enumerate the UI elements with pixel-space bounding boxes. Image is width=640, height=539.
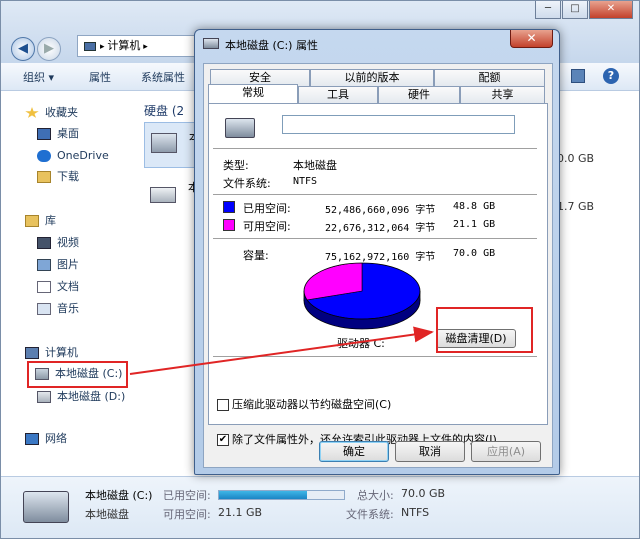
capacity-label: 容量:: [243, 249, 269, 262]
tab-sharing[interactable]: 共享: [460, 86, 545, 103]
breadcrumb-separator: ▸: [140, 42, 148, 52]
drive-name-input[interactable]: [282, 115, 515, 134]
general-tab-panel: 类型: 本地磁盘 文件系统: NTFS 已用空间: 52,486,660,096…: [208, 103, 548, 425]
library-icon: [25, 215, 39, 227]
detail-used-label: 已用空间:: [163, 489, 211, 502]
free-space-gb: 21.1 GB: [453, 219, 496, 230]
tab-tools[interactable]: 工具: [298, 86, 378, 103]
divider: [213, 148, 537, 149]
download-folder-icon: [37, 171, 51, 183]
picture-icon: [37, 259, 51, 271]
detail-free-label: 可用空间:: [163, 508, 211, 521]
apply-button[interactable]: 应用(A): [471, 441, 541, 462]
minimize-button[interactable]: ─: [535, 1, 561, 19]
computer-icon: [25, 347, 39, 359]
details-pane: 本地磁盘 (C:) 本地磁盘 已用空间: 可用空间: 21.1 GB 总大小: …: [1, 476, 639, 538]
music-icon: [37, 303, 51, 315]
tab-quota[interactable]: 配额: [434, 69, 545, 86]
detail-name: 本地磁盘 (C:): [85, 489, 153, 502]
highlight-drive-c: [27, 361, 128, 388]
drive-icon: [151, 133, 177, 153]
free-space-bytes: 22,676,312,064 字节: [325, 223, 436, 234]
free-space-swatch: [223, 219, 235, 231]
detail-total-value: 70.0 GB: [401, 487, 446, 500]
star-icon: [25, 107, 39, 118]
used-space-gb: 48.8 GB: [453, 201, 496, 212]
help-button[interactable]: ?: [603, 68, 619, 84]
sidebar-item-videos[interactable]: 视频: [37, 234, 79, 252]
view-icon[interactable]: [571, 69, 585, 83]
used-space-bar: [218, 490, 345, 500]
sidebar-item-computer[interactable]: 计算机: [25, 344, 78, 362]
address-bar[interactable]: ▸ 计算机 ▸: [77, 35, 207, 57]
dialog-body: 安全 以前的版本 配额 常规 工具 硬件 共享 类型: 本地磁盘 文件系统: N…: [203, 63, 553, 468]
drive-icon: [150, 187, 176, 203]
forward-button[interactable]: ▶: [37, 37, 61, 61]
divider: [213, 194, 537, 195]
tab-hardware[interactable]: 硬件: [378, 86, 460, 103]
detail-total-label: 总大小:: [357, 489, 394, 502]
computer-icon: [84, 41, 96, 51]
used-space-bytes: 52,486,660,096 字节: [325, 205, 436, 216]
sidebar-item-downloads[interactable]: 下载: [37, 168, 79, 186]
sidebar-item-libraries[interactable]: 库: [25, 212, 56, 230]
group-header: 硬盘 (2: [144, 104, 185, 118]
organize-button[interactable]: 组织 ▾: [23, 69, 54, 85]
sidebar-item-drive-d[interactable]: 本地磁盘 (D:): [37, 388, 125, 406]
detail-type: 本地磁盘: [85, 508, 129, 521]
cloud-icon: [37, 150, 51, 162]
compress-checkbox-row[interactable]: 压缩此驱动器以节约磁盘空间(C): [217, 398, 391, 413]
document-icon: [37, 281, 51, 293]
divider: [213, 238, 537, 239]
drive-letter-label: 驱动器 C:: [337, 337, 385, 350]
system-properties-button[interactable]: 系统属性: [141, 69, 185, 85]
desktop-icon: [37, 128, 51, 140]
video-icon: [37, 237, 51, 249]
sidebar-item-network[interactable]: 网络: [25, 430, 67, 448]
detail-fs-label: 文件系统:: [346, 508, 394, 521]
drive-icon: [225, 118, 255, 138]
highlight-cleanup-button: [436, 307, 533, 353]
navigation-pane: 收藏夹 桌面 OneDrive 下载 库 视频 图片 文档 音乐 计算机 本地磁…: [1, 92, 136, 472]
ok-button[interactable]: 确定: [319, 441, 389, 462]
dialog-title: 本地磁盘 (C:) 属性: [225, 39, 318, 52]
sidebar-item-music[interactable]: 音乐: [37, 300, 79, 318]
disk-usage-pie: [303, 261, 421, 331]
filesystem-label: 文件系统:: [223, 177, 271, 190]
capacity-gb: 70.0 GB: [453, 248, 496, 259]
sidebar-item-desktop[interactable]: 桌面: [37, 125, 79, 143]
detail-fs-value: NTFS: [401, 506, 430, 519]
tab-general[interactable]: 常规: [208, 84, 298, 103]
drive-icon: [203, 38, 219, 49]
used-space-bar-fill: [219, 491, 307, 499]
network-icon: [25, 433, 39, 445]
used-space-label: 已用空间:: [243, 202, 291, 215]
detail-free-value: 21.1 GB: [218, 506, 263, 519]
filesystem-value: NTFS: [293, 176, 318, 187]
free-space-label: 可用空间:: [243, 220, 291, 233]
compress-checkbox[interactable]: [217, 399, 229, 411]
type-label: 类型:: [223, 159, 249, 172]
address-text: 计算机: [107, 39, 141, 52]
type-value: 本地磁盘: [293, 159, 337, 172]
properties-dialog: 本地磁盘 (C:) 属性 ✕ 安全 以前的版本 配额 常规 工具 硬件 共享 类…: [194, 29, 560, 475]
cancel-button[interactable]: 取消: [395, 441, 465, 462]
tab-previous-versions[interactable]: 以前的版本: [310, 69, 434, 86]
explorer-close-button[interactable]: ✕: [589, 1, 633, 19]
properties-button[interactable]: 属性: [89, 69, 111, 85]
close-button[interactable]: ✕: [510, 30, 553, 48]
index-checkbox[interactable]: ✔: [217, 434, 229, 446]
sidebar-item-pictures[interactable]: 图片: [37, 256, 79, 274]
sidebar-item-documents[interactable]: 文档: [37, 278, 79, 296]
back-button[interactable]: ◀: [11, 37, 35, 61]
drive-large-icon: [23, 491, 69, 523]
sidebar-item-onedrive[interactable]: OneDrive: [37, 147, 109, 165]
maximize-button[interactable]: □: [562, 1, 588, 19]
used-space-swatch: [223, 201, 235, 213]
sidebar-item-favorites[interactable]: 收藏夹: [25, 104, 78, 122]
drive-icon: [37, 391, 51, 403]
divider: [213, 356, 537, 357]
